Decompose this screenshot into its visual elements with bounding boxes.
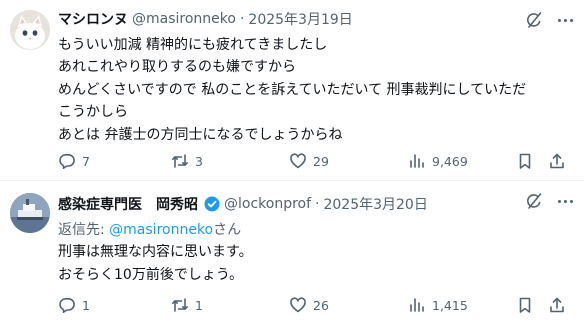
bookmark-icon (519, 153, 531, 169)
tweet-text-line: めんどくさいですので 私のことを訴えていただいて 刑事裁判にしていただ (58, 81, 527, 98)
like-button[interactable]: 29 (289, 151, 329, 171)
reply-to-line: 返信先: @masironnekoさん (58, 219, 570, 241)
more-icon[interactable] (554, 191, 576, 211)
tweet-text: 返信先: @masironnekoさん 刑事は無理な内容に思います。 おそらく1… (58, 219, 570, 286)
cat-avatar-image (10, 10, 50, 50)
tweet-text-line: あれこれやり取りするのも嫌ですから (58, 59, 296, 76)
reply-to-mention[interactable]: @masironneko (109, 222, 213, 238)
tweet-2[interactable]: 感染症専門医 岡秀昭 @lockonprof · 2025年3月20日 返信先:… (0, 181, 584, 328)
views-icon (410, 154, 424, 168)
avatar[interactable] (10, 10, 50, 50)
like-icon (290, 153, 306, 169)
share-button[interactable] (548, 295, 572, 315)
separator-dot: · (239, 11, 245, 27)
display-name[interactable]: マシロンヌ (58, 9, 128, 29)
reply-button[interactable]: 7 (58, 151, 90, 171)
reply-count: 7 (82, 153, 90, 169)
retweet-icon (172, 298, 188, 312)
tweet-header: マシロンヌ @masironneko · 2025年3月19日 (58, 8, 353, 30)
views-button[interactable]: 1,415 (408, 295, 468, 315)
tweet-header: 感染症専門医 岡秀昭 @lockonprof · 2025年3月20日 (58, 193, 428, 215)
like-count: 26 (313, 297, 329, 313)
like-button[interactable]: 26 (289, 295, 329, 315)
like-count: 29 (313, 153, 329, 169)
bookmark-button[interactable] (516, 151, 540, 171)
avatar[interactable] (10, 193, 50, 233)
action-bar: 7 3 29 9,469 (58, 151, 574, 171)
like-icon (290, 297, 306, 313)
reply-to-suffix: さん (213, 222, 242, 238)
bookmark-icon (519, 297, 531, 313)
reply-icon (59, 154, 75, 169)
view-count: 1,415 (432, 297, 468, 313)
post-date[interactable]: 2025年3月19日 (248, 9, 352, 29)
verified-badge-icon[interactable] (204, 196, 220, 212)
post-date[interactable]: 2025年3月20日 (323, 194, 427, 214)
action-bar: 1 1 26 1,415 (58, 295, 574, 315)
ship-avatar-image (10, 193, 50, 233)
user-handle[interactable]: @masironneko (132, 11, 236, 27)
display-name[interactable]: 感染症専門医 岡秀昭 (58, 194, 198, 214)
grok-icon[interactable] (524, 191, 544, 211)
user-handle[interactable]: @lockonprof (224, 196, 311, 212)
tweet-text-line: こうかしら (58, 104, 128, 121)
retweet-count: 1 (195, 297, 203, 313)
reply-to-prefix: 返信先: (58, 222, 110, 238)
tweet-text-line: もういい加減 精神的にも疲れてきましたし (58, 37, 328, 53)
tweet-text-line: 刑事は無理な内容に思います。 (58, 244, 253, 261)
separator-dot: · (315, 196, 320, 212)
view-count: 9,469 (432, 153, 468, 169)
tweet-text: もういい加減 精神的にも疲れてきましたし あれこれやり取りするのも嫌ですから め… (58, 34, 570, 146)
retweet-count: 3 (195, 153, 203, 169)
retweet-button[interactable]: 3 (171, 151, 203, 171)
retweet-icon (172, 154, 188, 168)
reply-icon (59, 298, 75, 313)
more-icon[interactable] (554, 10, 576, 30)
grok-icon[interactable] (524, 10, 544, 30)
reply-button[interactable]: 1 (58, 295, 90, 315)
reply-count: 1 (82, 297, 90, 313)
share-icon (550, 153, 564, 169)
bookmark-button[interactable] (516, 295, 540, 315)
tweet-text-line: おそらく10万前後でしょう。 (58, 266, 243, 283)
views-button[interactable]: 9,469 (408, 151, 468, 171)
share-icon (550, 297, 564, 313)
tweet-text-line: あとは 弁護士の方同士になるでしょうからね (58, 126, 343, 143)
tweet-1[interactable]: マシロンヌ @masironneko · 2025年3月19日 もういい加減 精… (0, 0, 584, 181)
retweet-button[interactable]: 1 (171, 295, 203, 315)
views-icon (410, 298, 424, 312)
share-button[interactable] (548, 151, 572, 171)
